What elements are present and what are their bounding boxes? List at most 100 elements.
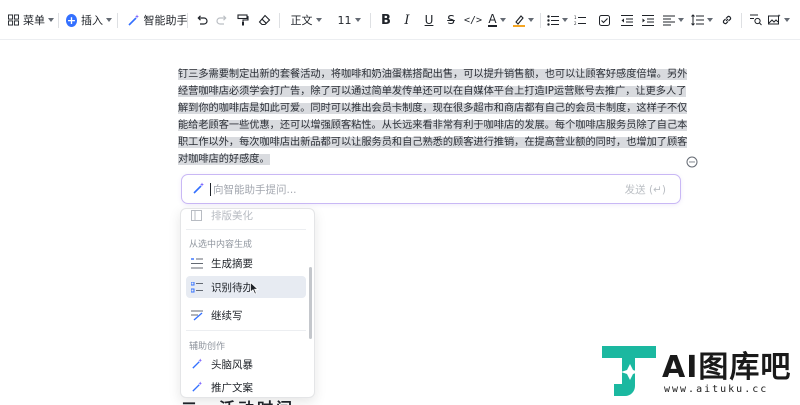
layout-icon <box>190 209 203 222</box>
italic-icon: I <box>404 12 410 28</box>
chevron-down-icon <box>527 18 534 22</box>
menu-button[interactable]: 菜单 <box>8 0 54 40</box>
redo-icon <box>216 15 227 25</box>
divider <box>741 13 742 28</box>
ai-prompt-input[interactable]: 向智能助手提问... 发送 (↵) <box>181 174 681 204</box>
grid-icon <box>8 14 19 26</box>
divider <box>187 13 188 28</box>
outdent-icon <box>621 14 633 26</box>
chevron-down-icon <box>315 18 322 22</box>
insert-label: 插入 <box>81 14 103 27</box>
chevron-down-icon <box>354 18 361 22</box>
underline-icon: U <box>424 13 434 27</box>
text-cursor <box>210 183 211 196</box>
code-icon: </> <box>463 14 483 26</box>
menu-section-heading: 从选中内容生成 <box>189 240 253 250</box>
indent-button[interactable] <box>640 0 656 40</box>
font-color-button[interactable]: A <box>486 0 508 40</box>
line-spacing-icon <box>691 14 704 26</box>
chevron-down-icon <box>784 18 790 22</box>
underline-button[interactable]: U <box>422 0 436 40</box>
logo-icon <box>602 346 656 396</box>
strikethrough-button[interactable]: S <box>444 0 458 40</box>
menu-item-generate-summary[interactable]: 生成摘要 <box>186 252 306 274</box>
divider <box>540 13 541 28</box>
search-icon <box>750 14 762 26</box>
more-tools-button[interactable] <box>768 0 790 40</box>
bold-button[interactable]: B <box>379 0 393 40</box>
link-button[interactable] <box>719 0 735 40</box>
highlighter-icon <box>512 14 525 27</box>
image-tools-icon <box>768 14 781 25</box>
text-style-select[interactable]: 正文 <box>288 0 324 40</box>
undo-icon <box>197 15 208 25</box>
insert-button[interactable]: + 插入 <box>66 0 112 40</box>
ordered-list-button[interactable]: 12 <box>572 0 588 40</box>
divider <box>58 13 59 28</box>
summary-icon <box>190 257 203 270</box>
section-heading: 二、活动时间 <box>181 395 295 405</box>
eraser-icon <box>258 14 270 26</box>
align-left-icon <box>662 15 675 25</box>
watermark-brand: AI图库吧 <box>662 350 792 385</box>
align-button[interactable] <box>662 0 684 40</box>
clear-format-button[interactable] <box>256 0 272 40</box>
undo-button[interactable] <box>194 0 210 40</box>
menu-scrollbar[interactable] <box>309 267 312 339</box>
menu-item-label: 继续写 <box>211 309 243 322</box>
magic-wand-icon <box>190 381 203 394</box>
comment-icon[interactable] <box>686 156 698 168</box>
italic-button[interactable]: I <box>400 0 414 40</box>
menu-item-identify-todos[interactable]: 识别待办 <box>186 276 306 298</box>
menu-item-label: 头脑风暴 <box>211 358 253 371</box>
task-list-button[interactable] <box>596 0 612 40</box>
bullet-list-icon <box>546 14 559 26</box>
magic-wand-icon <box>127 14 139 26</box>
link-icon <box>722 15 732 25</box>
strikethrough-icon: S <box>447 13 455 27</box>
paint-roller-icon <box>237 14 249 26</box>
redo-button[interactable] <box>214 0 230 40</box>
find-replace-button[interactable] <box>748 0 764 40</box>
magic-wand-icon <box>190 358 203 371</box>
divider <box>117 13 118 28</box>
bullet-list-button[interactable] <box>546 0 568 40</box>
checkbox-icon <box>598 14 610 26</box>
inline-code-button[interactable]: </> <box>463 0 483 40</box>
menu-divider <box>186 229 306 230</box>
highlight-button[interactable] <box>512 0 534 40</box>
document-paragraph[interactable]: 钉三多需要制定出新的套餐活动，将咖啡和奶油蛋糕搭配出售，可以提升销售额，也可以让… <box>178 66 690 169</box>
font-size-select[interactable]: 11 <box>336 0 362 40</box>
magic-wand-icon <box>193 182 204 194</box>
menu-item-label: 生成摘要 <box>211 257 253 270</box>
todo-list-icon <box>190 281 203 294</box>
ai-assistant-button[interactable]: 智能助手 <box>124 0 190 40</box>
menu-divider <box>186 330 306 331</box>
watermark-url: www.aituku.cc <box>664 384 769 395</box>
format-painter-button[interactable] <box>235 0 251 40</box>
continue-writing-icon <box>190 309 203 322</box>
outdent-button[interactable] <box>619 0 635 40</box>
divider <box>279 13 280 28</box>
ai-prompt-placeholder: 向智能助手提问... <box>213 184 297 196</box>
menu-item-brainstorm[interactable]: 头脑风暴 <box>186 353 306 375</box>
toolbar: 菜单 + 插入 智能助手 正文 11 B I U S </> A 1 2 <box>0 0 800 40</box>
chevron-down-icon <box>561 18 568 22</box>
menu-item-layout-beautify[interactable]: 排版美化 <box>186 209 306 226</box>
send-button[interactable]: 发送 (↵) <box>625 182 666 197</box>
menu-item-label: 推广文案 <box>211 381 253 394</box>
menu-item-continue-writing[interactable]: 继续写 <box>186 304 306 326</box>
menu-label: 菜单 <box>23 14 45 27</box>
line-height-button[interactable] <box>691 0 713 40</box>
chevron-down-icon <box>499 18 506 22</box>
font-color-icon: A <box>488 12 497 27</box>
divider <box>370 13 371 28</box>
font-size-value: 11 <box>337 13 352 27</box>
menu-section-heading: 辅助创作 <box>189 342 226 352</box>
svg-text:2: 2 <box>574 21 577 26</box>
bold-icon: B <box>381 12 391 28</box>
svg-text:1: 1 <box>574 15 577 20</box>
text-style-value: 正文 <box>290 14 313 27</box>
watermark-logo: AI图库吧 www.aituku.cc <box>600 340 795 402</box>
chevron-down-icon <box>677 18 684 22</box>
